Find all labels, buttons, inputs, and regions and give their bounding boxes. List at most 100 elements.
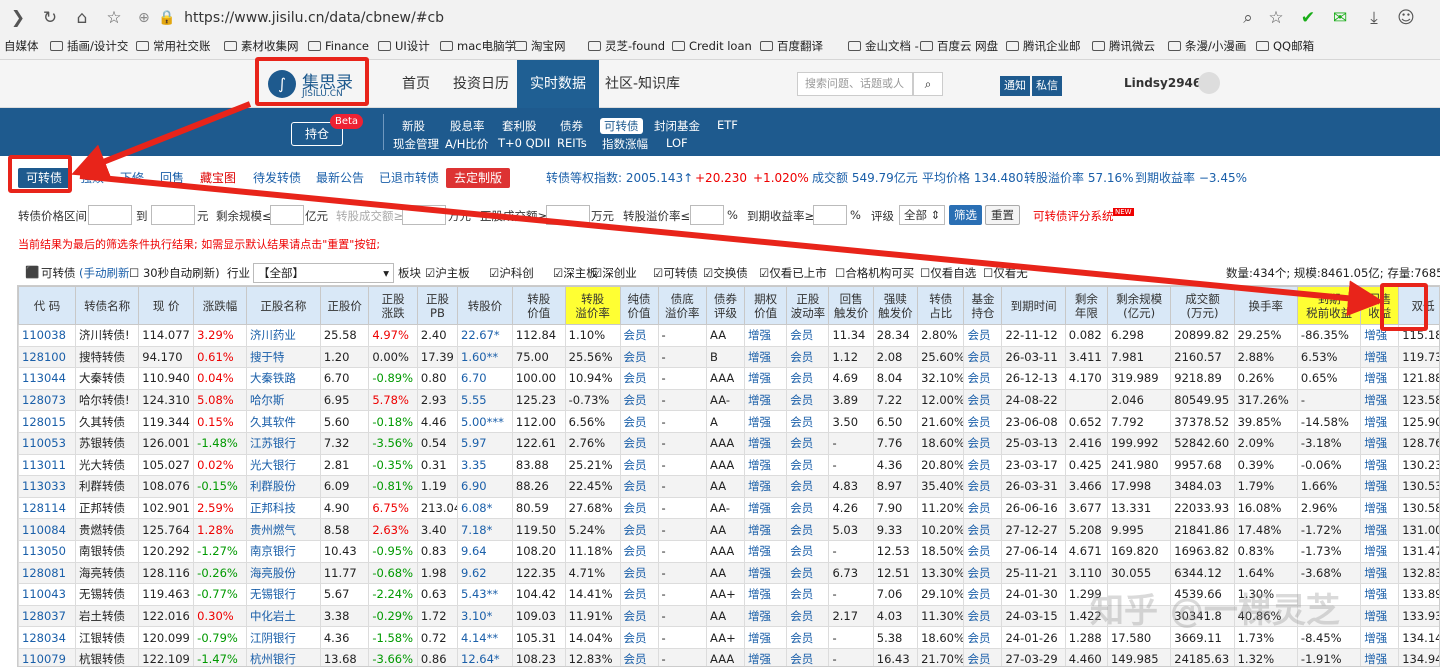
table-cell[interactable]: 无锡银行 — [245, 583, 321, 606]
table-cell[interactable]: 增强 — [1360, 410, 1400, 433]
bookmark-item[interactable]: 条漫/小漫画 — [1168, 36, 1246, 56]
site-logo[interactable]: ∫ 集思录 JISILU.CN — [262, 66, 362, 102]
table-row[interactable]: 128100 搜特转债 94.170 0.61% 搜于特 1.20 0.00% 17.39 1.… — [18, 345, 1439, 369]
table-cell[interactable]: 3.35 — [457, 453, 513, 477]
subnav-item[interactable]: 封闭基金 — [654, 118, 700, 134]
table-cell[interactable]: 增强 — [1360, 367, 1400, 390]
column-header[interactable]: 纯债 价值 — [619, 286, 659, 325]
table-cell[interactable]: 增强 — [1360, 626, 1400, 649]
subnav-item[interactable]: A/H比价 — [445, 136, 488, 152]
column-header[interactable]: 转股 价值 — [511, 286, 566, 325]
table-cell[interactable]: 会员 — [786, 431, 830, 455]
table-cell[interactable]: 128015 — [18, 410, 76, 433]
subnav-item[interactable]: 套利股 — [502, 118, 537, 134]
refresh-icon[interactable]: ⬛ — [25, 265, 39, 279]
bookmark-item[interactable]: Finance — [308, 36, 369, 56]
table-cell[interactable]: 会员 — [786, 626, 830, 649]
table-cell[interactable]: 正邦科技 — [245, 496, 321, 520]
table-cell[interactable]: 113050 — [18, 539, 76, 563]
table-cell[interactable]: 会员 — [963, 626, 1003, 649]
subnav-item[interactable]: T+0 QDII — [498, 136, 550, 150]
table-row[interactable]: 113050 南银转债 120.292 -1.27% 南京银行 10.43 -0.95% 0.… — [18, 539, 1439, 563]
table-cell[interactable]: 增强 — [1360, 324, 1400, 347]
remain-input[interactable] — [270, 205, 304, 225]
table-cell[interactable]: 会员 — [963, 453, 1003, 477]
column-header[interactable]: 转股 溢价率 — [564, 286, 621, 325]
auto-refresh-checkbox[interactable]: ☐ 30秒自动刷新) — [129, 265, 220, 281]
table-cell[interactable]: 会员 — [786, 324, 830, 347]
subnav-item[interactable]: ETF — [717, 118, 738, 132]
table-cell[interactable]: 增强 — [1360, 345, 1400, 369]
table-cell[interactable]: 增强 — [744, 604, 788, 628]
table-cell[interactable]: 113044 — [18, 367, 76, 390]
table-cell[interactable]: 会员 — [786, 496, 830, 520]
board-checkbox[interactable]: ☐仅看无 — [983, 265, 1028, 281]
subnav-item[interactable]: 债券 — [560, 118, 583, 134]
bookmark-item[interactable]: QQ邮箱 — [1256, 36, 1314, 56]
table-cell[interactable]: 113033 — [18, 475, 76, 498]
table-cell[interactable]: 128034 — [18, 626, 76, 649]
table-cell[interactable]: 增强 — [1360, 539, 1400, 563]
table-cell[interactable]: 会员 — [619, 626, 659, 649]
column-header[interactable]: 成交额 (万元) — [1170, 286, 1235, 325]
table-cell[interactable]: 会员 — [963, 647, 1003, 666]
table-cell[interactable]: 大秦铁路 — [245, 367, 321, 390]
notice-button[interactable]: 通知 — [1000, 76, 1030, 96]
table-cell[interactable]: 久其软件 — [245, 410, 321, 433]
wechat-icon[interactable]: ✉ — [1328, 6, 1352, 30]
table-cell[interactable]: 6.08* — [457, 496, 513, 520]
table-row[interactable]: 128015 久其转债 119.344 0.15% 久其软件 5.60 -0.18% 4.46… — [18, 410, 1439, 433]
table-cell[interactable]: 光大银行 — [245, 453, 321, 477]
tab-pending[interactable]: 待发转债 — [251, 168, 303, 188]
subnav-item[interactable]: LOF — [666, 136, 688, 150]
table-cell[interactable]: 会员 — [963, 496, 1003, 520]
table-cell[interactable]: 会员 — [786, 410, 830, 433]
subnav-item[interactable]: REITs — [557, 136, 587, 150]
table-cell[interactable]: 1.60** — [457, 345, 513, 369]
column-header[interactable]: 债券 评级 — [706, 286, 746, 325]
rating-system-link[interactable]: 可转债评分系统 — [1033, 208, 1114, 224]
table-cell[interactable]: 利群股份 — [245, 475, 321, 498]
bookmark-item[interactable]: 插画/设计交 — [50, 36, 128, 56]
table-cell[interactable]: 会员 — [963, 518, 1003, 541]
table-cell[interactable]: 会员 — [786, 561, 830, 585]
table-cell[interactable]: 增强 — [1360, 583, 1400, 606]
column-header[interactable]: 回售 触发价 — [828, 286, 874, 325]
table-cell[interactable]: 江苏银行 — [245, 431, 321, 455]
table-cell[interactable]: 增强 — [744, 410, 788, 433]
table-cell[interactable]: 22.67* — [457, 324, 513, 347]
nav-community[interactable]: 社区-知识库 — [592, 60, 693, 108]
table-cell[interactable]: 会员 — [786, 367, 830, 390]
table-row[interactable]: 113044 大秦转债 110.940 0.04% 大秦铁路 6.70 -0.89% 0.80… — [18, 367, 1439, 390]
table-cell[interactable]: 9.64 — [457, 539, 513, 563]
table-cell[interactable]: 会员 — [963, 345, 1003, 369]
table-cell[interactable]: 会员 — [786, 388, 830, 412]
table-cell[interactable]: 会员 — [786, 475, 830, 498]
table-cell[interactable]: 会员 — [786, 539, 830, 563]
nav-home[interactable]: 首页 — [389, 60, 443, 108]
table-cell[interactable]: 128114 — [18, 496, 76, 520]
table-cell[interactable]: 7.18* — [457, 518, 513, 541]
table-cell[interactable]: 会员 — [963, 388, 1003, 412]
table-cell[interactable]: 会员 — [619, 518, 659, 541]
column-header[interactable]: 债底 溢价率 — [657, 286, 708, 325]
table-cell[interactable]: 增强 — [1360, 647, 1400, 666]
board-checkbox[interactable]: ☐合格机构可买 — [835, 265, 914, 281]
table-cell[interactable]: 增强 — [1360, 561, 1400, 585]
subnav-item[interactable]: 指数涨幅 — [602, 136, 648, 152]
tab-delisted[interactable]: 已退市转债 — [377, 168, 441, 188]
tab-latest-notice[interactable]: 最新公告 — [314, 168, 366, 188]
message-button[interactable]: 私信 — [1032, 76, 1062, 96]
table-cell[interactable]: 增强 — [1360, 518, 1400, 541]
column-header[interactable]: 基金 持仓 — [963, 286, 1003, 325]
column-header[interactable]: 涨跌幅 — [193, 286, 247, 325]
bookmark-item[interactable]: 自媒体 — [4, 36, 39, 56]
table-cell[interactable]: 会员 — [963, 431, 1003, 455]
table-cell[interactable]: 会员 — [619, 496, 659, 520]
price-max-input[interactable] — [151, 205, 195, 225]
table-cell[interactable]: 会员 — [963, 539, 1003, 563]
table-cell[interactable]: 增强 — [744, 583, 788, 606]
table-cell[interactable]: 6.70 — [457, 367, 513, 390]
board-checkbox[interactable]: ☑可转债 — [653, 265, 698, 281]
table-cell[interactable]: 会员 — [619, 561, 659, 585]
